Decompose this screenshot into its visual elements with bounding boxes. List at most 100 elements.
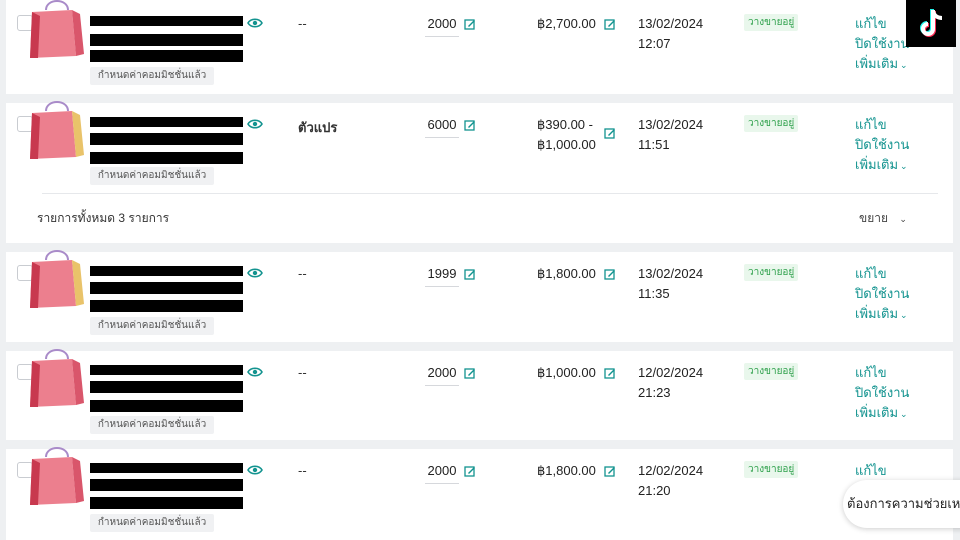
edit-link[interactable]: แก้ไข	[855, 363, 909, 383]
variant-text: --	[298, 463, 307, 478]
stock-value[interactable]: 2000	[425, 365, 459, 386]
status-badge: วางขายอยู่	[744, 264, 799, 281]
created-date: 12/02/2024 21:20	[638, 461, 703, 501]
pencil-edit-icon[interactable]	[604, 268, 616, 280]
row-actions: แก้ไข ปิดใช้งาน เพิ่มเติม ⌄	[855, 363, 909, 424]
chevron-down-icon: ⌄	[900, 310, 908, 320]
price-value: ฿1,000.00	[537, 363, 607, 383]
pencil-edit-icon[interactable]	[604, 367, 616, 379]
chevron-down-icon: ⌄	[900, 409, 908, 419]
price-line: ฿1,800.00	[537, 463, 596, 478]
eye-icon[interactable]	[247, 267, 263, 279]
price-line: ฿390.00 -	[537, 117, 593, 132]
tiktok-logo-icon	[906, 0, 956, 47]
time-text: 21:20	[638, 483, 671, 498]
help-chat-button[interactable]: ต้องการความช่วยเหลือ	[843, 480, 960, 528]
redacted-title-line	[90, 497, 243, 509]
deactivate-link[interactable]: ปิดใช้งาน	[855, 284, 909, 304]
edit-link[interactable]: แก้ไข	[855, 115, 909, 135]
date-text: 12/02/2024	[638, 463, 704, 478]
variant-text: --	[298, 16, 307, 31]
time-text: 11:35	[638, 286, 670, 301]
row-actions: แก้ไข ปิดใช้งาน เพิ่มเติม ⌄	[855, 264, 909, 325]
redacted-title-line	[90, 282, 243, 294]
redacted-title-line	[90, 365, 243, 375]
eye-icon[interactable]	[247, 118, 263, 130]
commission-tag: กำหนดค่าคอมมิชชั่นแล้ว	[90, 416, 214, 434]
time-text: 12:07	[638, 36, 671, 51]
redacted-title-line	[90, 16, 243, 26]
product-card-3: กำหนดค่าคอมมิชชั่นแล้ว -- 1999 ฿1,800.00…	[6, 250, 953, 342]
pencil-edit-icon[interactable]	[464, 18, 476, 30]
table-row: กำหนดค่าคอมมิชชั่นแล้ว -- 2000 ฿1,800.00…	[6, 443, 953, 540]
pencil-edit-icon[interactable]	[604, 465, 616, 477]
table-row: กำหนดค่าคอมมิชชั่นแล้ว -- 2000 ฿2,700.00…	[6, 0, 953, 96]
redacted-title-line	[90, 133, 243, 145]
deactivate-link[interactable]: ปิดใช้งาน	[855, 34, 909, 54]
chevron-down-icon: ⌄	[899, 214, 907, 224]
product-card-1: กำหนดค่าคอมมิชชั่นแล้ว -- 2000 ฿2,700.00…	[6, 0, 953, 94]
eye-icon[interactable]	[247, 17, 263, 29]
chevron-down-icon: ⌄	[900, 60, 908, 70]
pencil-edit-icon[interactable]	[464, 367, 476, 379]
deactivate-link[interactable]: ปิดใช้งาน	[855, 135, 909, 155]
commission-tag: กำหนดค่าคอมมิชชั่นแล้ว	[90, 317, 214, 335]
created-date: 13/02/2024 12:07	[638, 14, 703, 54]
more-label: เพิ่มเติม	[855, 56, 899, 71]
pencil-edit-icon[interactable]	[604, 127, 616, 139]
edit-link[interactable]: แก้ไข	[855, 14, 909, 34]
created-date: 12/02/2024 21:23	[638, 363, 703, 403]
more-label: เพิ่มเติม	[855, 405, 899, 420]
stock-value[interactable]: 2000	[425, 16, 459, 37]
pencil-edit-icon[interactable]	[604, 18, 616, 30]
stock-value[interactable]: 6000	[425, 117, 459, 138]
deactivate-link[interactable]: ปิดใช้งาน	[855, 383, 909, 403]
redacted-title-line	[90, 117, 243, 127]
eye-icon[interactable]	[247, 366, 263, 378]
created-date: 13/02/2024 11:51	[638, 115, 703, 155]
shopping-bag-icon	[30, 101, 84, 159]
price-value: ฿390.00 - ฿1,000.00	[537, 115, 607, 155]
time-text: 21:23	[638, 385, 671, 400]
variant-text: --	[298, 365, 307, 380]
variant-text: ตัวแปร	[298, 120, 338, 135]
redacted-title-line	[90, 34, 243, 46]
more-dropdown[interactable]: เพิ่มเติม ⌄	[855, 403, 909, 424]
date-text: 13/02/2024	[638, 266, 704, 281]
redacted-title-line	[90, 266, 243, 276]
eye-icon[interactable]	[247, 464, 263, 476]
more-label: เพิ่มเติม	[855, 157, 899, 172]
redacted-title-line	[90, 479, 243, 491]
chevron-down-icon: ⌄	[900, 161, 908, 171]
commission-tag: กำหนดค่าคอมมิชชั่นแล้ว	[90, 167, 214, 185]
date-text: 13/02/2024	[638, 117, 704, 132]
divider	[42, 193, 938, 194]
redacted-title-line	[90, 50, 243, 62]
redacted-title-line	[90, 381, 243, 393]
edit-link[interactable]: แก้ไข	[855, 264, 909, 284]
redacted-title-line	[90, 300, 243, 312]
row-actions: แก้ไข	[855, 461, 887, 481]
redacted-title-line	[90, 400, 243, 412]
group-summary: รายการทั้งหมด 3 รายการ	[37, 211, 170, 225]
more-dropdown[interactable]: เพิ่มเติม ⌄	[855, 304, 909, 325]
pencil-edit-icon[interactable]	[464, 119, 476, 131]
row-actions: แก้ไข ปิดใช้งาน เพิ่มเติม ⌄	[855, 115, 909, 176]
date-text: 13/02/2024	[638, 16, 704, 31]
stock-value[interactable]: 2000	[425, 463, 459, 484]
status-badge: วางขายอยู่	[744, 363, 799, 380]
more-dropdown[interactable]: เพิ่มเติม ⌄	[855, 54, 909, 75]
pencil-edit-icon[interactable]	[464, 268, 476, 280]
created-date: 13/02/2024 11:35	[638, 264, 703, 304]
time-text: 11:51	[638, 137, 670, 152]
date-text: 12/02/2024	[638, 365, 704, 380]
expand-toggle[interactable]: ขยาย ⌄	[859, 209, 907, 228]
stock-value[interactable]: 1999	[425, 266, 459, 287]
pencil-edit-icon[interactable]	[464, 465, 476, 477]
more-dropdown[interactable]: เพิ่มเติม ⌄	[855, 155, 909, 176]
price-value: ฿1,800.00	[537, 264, 607, 284]
edit-link[interactable]: แก้ไข	[855, 461, 887, 481]
price-line: ฿1,000.00	[537, 137, 596, 152]
shopping-bag-icon	[30, 0, 84, 58]
status-badge: วางขายอยู่	[744, 115, 799, 132]
